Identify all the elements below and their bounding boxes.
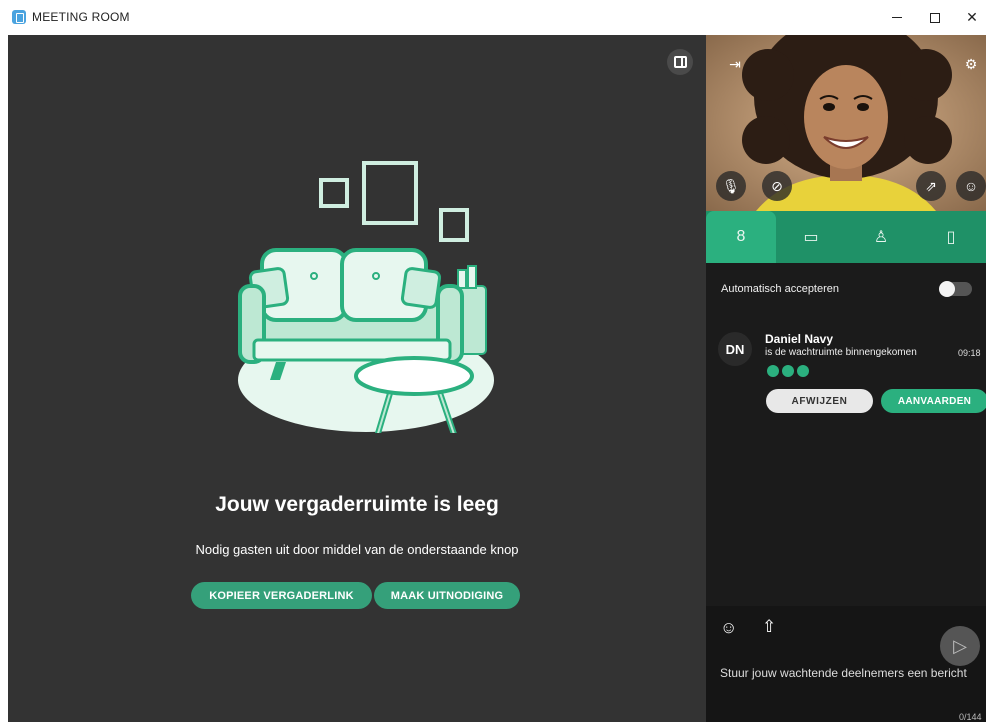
guest-name: Daniel Navy — [765, 332, 834, 346]
copy-meeting-link-button[interactable]: KOPIEER VERGADERLINK — [191, 582, 372, 609]
close-button[interactable]: ✕ — [950, 0, 986, 35]
upload-button[interactable]: ⇧ — [762, 617, 780, 637]
chat-icon: ▭ — [803, 229, 819, 246]
picture-frame-right — [439, 208, 469, 242]
settings-button[interactable]: ⚙ — [956, 49, 986, 79]
waiting-room-icon: 8 — [736, 228, 746, 245]
guest-message: is de wachtruimte binnengekomen — [765, 347, 917, 358]
tab-notes[interactable]: ▯ — [916, 211, 986, 263]
send-icon: ▷ — [953, 635, 967, 656]
share-screen-button[interactable]: ⇗ — [916, 171, 946, 201]
empty-room-title: Jouw vergaderruimte is leeg — [215, 493, 499, 516]
guest-status-icons — [767, 365, 809, 377]
title-bar: MEETING ROOM ✕ — [0, 0, 986, 35]
tab-chat[interactable]: ▭ — [776, 211, 846, 263]
auto-accept-label: Automatisch accepteren — [721, 283, 840, 295]
person-icon — [767, 365, 779, 377]
character-counter: 0/144 — [959, 712, 982, 722]
close-icon: ✕ — [966, 9, 978, 25]
picture-frame-small — [319, 178, 349, 208]
microphone-icon: 🎙 — [722, 177, 740, 194]
coffee-table — [354, 356, 474, 396]
tab-participants[interactable]: ♙ — [846, 211, 916, 263]
maximize-icon — [930, 12, 940, 23]
mic-button[interactable]: 🎙 — [716, 171, 746, 201]
minimize-icon — [892, 17, 902, 18]
guest-avatar: DN — [718, 332, 752, 366]
person-icon: ♙ — [873, 229, 889, 246]
leave-icon: ⇥ — [729, 55, 741, 72]
guest-timestamp: 09:18 — [958, 348, 981, 358]
panel-tabs: 8 ▭ ♙ ▯ — [706, 211, 986, 263]
empty-room-illustration — [238, 161, 494, 433]
microphone-icon — [782, 365, 794, 377]
screen-share-icon: ⇗ — [925, 177, 937, 194]
layout-toggle-button[interactable] — [667, 49, 693, 75]
camera-button[interactable]: ⊘ — [762, 171, 792, 201]
window-title: MEETING ROOM — [32, 10, 130, 24]
app-logo-icon — [12, 10, 26, 24]
upload-icon: ⇧ — [762, 617, 777, 636]
picture-frame-large — [362, 161, 418, 225]
tab-waiting-room[interactable]: 8 — [706, 211, 776, 263]
sidebar-layout-icon — [673, 56, 687, 68]
meeting-stage: Jouw vergaderruimte is leeg Nodig gasten… — [8, 35, 706, 722]
document-icon: ▯ — [946, 229, 956, 246]
reactions-button[interactable]: ☺ — [956, 171, 986, 201]
emoji-icon: ☺ — [720, 618, 738, 637]
auto-accept-toggle[interactable] — [939, 281, 972, 297]
camera-off-icon: ⊘ — [771, 177, 783, 194]
gear-icon: ⚙ — [964, 55, 978, 72]
camera-icon — [797, 365, 809, 377]
empty-room-subtitle: Nodig gasten uit door middel van de onde… — [195, 542, 519, 557]
emoji-icon: ☺ — [963, 178, 979, 194]
create-invitation-button[interactable]: MAAK UITNODIGING — [374, 582, 520, 609]
leave-button[interactable]: ⇥ — [720, 49, 750, 79]
emoji-picker-button[interactable]: ☺ — [720, 619, 738, 637]
send-button[interactable]: ▷ — [940, 626, 980, 666]
reject-button[interactable]: AFWIJZEN — [766, 389, 873, 413]
message-composer: ☺ ⇧ ▷ Stuur jouw wachtende deelnemers ee… — [706, 606, 986, 722]
accept-button[interactable]: AANVAARDEN — [881, 389, 986, 413]
message-input[interactable]: Stuur jouw wachtende deelnemers een beri… — [720, 666, 986, 680]
self-video: ⇥ ⚙ 🎙 ⊘ ⇗ ☺ — [706, 35, 986, 211]
side-panel: ⇥ ⚙ 🎙 ⊘ ⇗ ☺ 8 ▭ ♙ ▯ Automatisch accepter… — [706, 35, 986, 722]
